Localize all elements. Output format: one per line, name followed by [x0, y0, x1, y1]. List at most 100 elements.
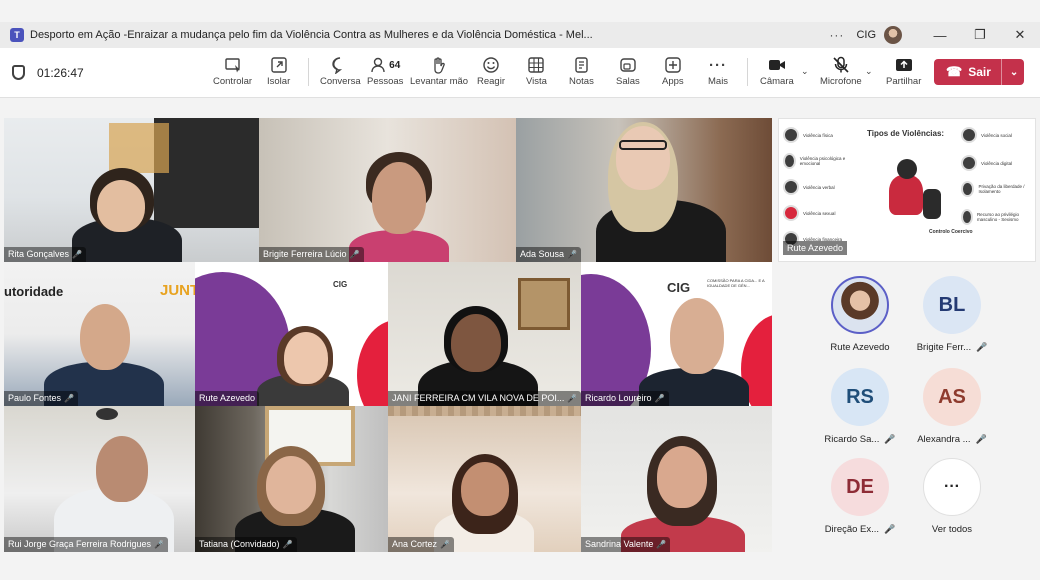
chat-button[interactable]: Conversa: [320, 54, 361, 87]
microphone-muted-icon: 🎤: [976, 342, 988, 352]
isolation-icon: [961, 181, 975, 197]
microphone-muted-icon: 🎤: [567, 250, 578, 259]
slide-item: Violência psicológica e emocional: [783, 153, 849, 169]
participant-avatar[interactable]: DE Direção Ex... 🎤: [810, 458, 910, 544]
view-all-label: Ver todos: [931, 524, 973, 535]
view-label: Vista: [526, 76, 547, 87]
microphone-muted-icon: 🎤: [349, 250, 360, 259]
shared-content[interactable]: Tipos de Violências: Violência física Vi…: [778, 118, 1036, 262]
sexism-icon: [961, 209, 973, 225]
video-tile[interactable]: JANI FERREIRA CM VILA NOVA DE POI... 🎤: [388, 262, 581, 406]
hang-up-icon: ☎: [946, 64, 963, 79]
view-button[interactable]: Vista: [526, 54, 547, 87]
ceiling-lamp: [96, 408, 118, 420]
view-all-button[interactable]: ··· Ver todos: [902, 458, 1002, 544]
notes-label: Notas: [569, 76, 594, 87]
microphone-muted-icon: 🎤: [656, 540, 667, 549]
slide-item: Violência social: [961, 127, 1012, 143]
people-icon: 64: [370, 54, 400, 76]
video-tile[interactable]: Ada Sousa 🎤: [516, 118, 772, 262]
restore-button[interactable]: ❐: [960, 22, 1000, 48]
video-tile[interactable]: Brigite Ferreira Lúcio 🎤: [259, 118, 516, 262]
participant-name: Ricardo Loureiro 🎤: [581, 391, 669, 406]
more-icon: ···: [709, 56, 728, 74]
video-tile[interactable]: Rui Jorge Graça Ferreira Rodrigues 🎤: [4, 406, 195, 552]
presenter-name: Rute Azevedo: [783, 241, 848, 255]
minimize-button[interactable]: —: [920, 22, 960, 48]
control-icon: [224, 54, 242, 76]
wall-painting: [518, 278, 570, 330]
more-options-icon[interactable]: ···: [829, 28, 844, 42]
raise-hand-label: Levantar mão: [410, 76, 469, 87]
video-tile[interactable]: CIG COMISSÃO PARA A CIDA... E A IGUALDAD…: [581, 262, 772, 406]
control-button[interactable]: Controlar: [213, 54, 252, 87]
avatar: AS: [923, 368, 981, 426]
react-button[interactable]: Reagir: [477, 54, 505, 87]
sexual-violence-icon: [783, 205, 799, 221]
raise-hand-icon: [430, 54, 448, 76]
close-button[interactable]: ✕: [1000, 22, 1040, 48]
popout-button[interactable]: Isolar: [267, 54, 290, 87]
participant-name: Ada Sousa 🎤: [516, 247, 582, 262]
microphone-muted-icon: 🎤: [654, 394, 665, 403]
microphone-muted-icon: 🎤: [440, 540, 450, 549]
leave-label: Sair: [968, 65, 991, 79]
microphone-muted-icon: 🎤: [975, 434, 987, 444]
video-tile[interactable]: Ana Cortez 🎤: [388, 406, 581, 552]
camera-options-chevron-icon[interactable]: ⌄: [801, 66, 809, 77]
camera-label: Câmara: [760, 76, 794, 87]
more-button[interactable]: ··· Mais: [708, 54, 729, 88]
share-button[interactable]: Partilhar: [886, 54, 921, 87]
rooms-button[interactable]: Salas: [616, 54, 640, 87]
apps-button[interactable]: Apps: [662, 54, 684, 87]
avatar: RS: [831, 368, 889, 426]
video-tile[interactable]: Sandrina Valente 🎤: [581, 406, 772, 552]
leave-options-chevron-icon[interactable]: ⌄: [1010, 67, 1018, 78]
react-icon: [482, 54, 500, 76]
meeting-toolbar: 01:26:47 Controlar Isolar Conversa 64 Pe…: [0, 48, 1040, 98]
digital-violence-icon: [961, 155, 977, 171]
microphone-label: Microfone: [820, 76, 862, 87]
leave-button[interactable]: ☎ Sair ⌄: [934, 59, 1024, 85]
people-count: 64: [389, 59, 401, 71]
participant-avatar[interactable]: AS Alexandra ... 🎤: [902, 368, 1002, 454]
participant-label: Alexandra ...: [917, 434, 971, 445]
raise-hand-button[interactable]: Levantar mão: [410, 54, 468, 87]
notes-button[interactable]: Notas: [569, 54, 594, 87]
participant-avatar[interactable]: RS Ricardo Sa... 🎤: [810, 368, 910, 454]
avatar: [831, 276, 889, 334]
teams-logo-icon: T: [10, 28, 24, 42]
meeting-stage: Rita Gonçalves 🎤 Brigite Ferreira Lúcio 🎤 …: [0, 98, 1040, 580]
participant-avatar[interactable]: Rute Azevedo: [810, 276, 910, 362]
participant-name: Rute Azevedo: [195, 391, 260, 406]
account-avatar[interactable]: [884, 26, 902, 44]
participant-name: Rui Jorge Graça Ferreira Rodrigues 🎤: [4, 537, 169, 552]
video-tile[interactable]: Rita Gonçalves 🎤: [4, 118, 259, 262]
video-tile[interactable]: utoridade JUNT Paulo Fontes 🎤: [4, 262, 195, 406]
camera-button[interactable]: Câmara: [760, 54, 794, 87]
video-tile[interactable]: Tatiana (Convidado) 🎤: [195, 406, 388, 552]
shield-icon: [12, 65, 25, 80]
view-icon: [527, 54, 545, 76]
chat-label: Conversa: [320, 76, 361, 87]
microphone-muted-icon: 🎤: [884, 434, 896, 444]
react-label: Reagir: [477, 76, 505, 87]
video-tile[interactable]: CIG Rute Azevedo: [195, 262, 388, 406]
social-violence-icon: [961, 127, 977, 143]
microphone-button[interactable]: Microfone: [820, 54, 862, 87]
toolbar-divider: [747, 58, 748, 86]
participant-avatar[interactable]: BL Brigite Ferr... 🎤: [902, 276, 1002, 362]
physical-violence-icon: [783, 127, 799, 143]
slide-title: Tipos de Violências:: [867, 129, 945, 138]
microphone-muted-icon: 🎤: [154, 540, 165, 549]
microphone-muted-icon: 🎤: [884, 524, 896, 534]
participant-name: Tatiana (Convidado) 🎤: [195, 537, 297, 552]
participant-label: Direção Ex...: [824, 524, 880, 535]
microphone-options-chevron-icon[interactable]: ⌄: [865, 66, 873, 77]
more-label: Mais: [708, 76, 729, 87]
camera-icon: [768, 54, 786, 76]
microphone-muted-icon: 🎤: [72, 250, 82, 259]
people-button[interactable]: 64 Pessoas: [367, 54, 403, 87]
control-label: Controlar: [213, 76, 253, 87]
meeting-timer: 01:26:47: [37, 66, 84, 80]
